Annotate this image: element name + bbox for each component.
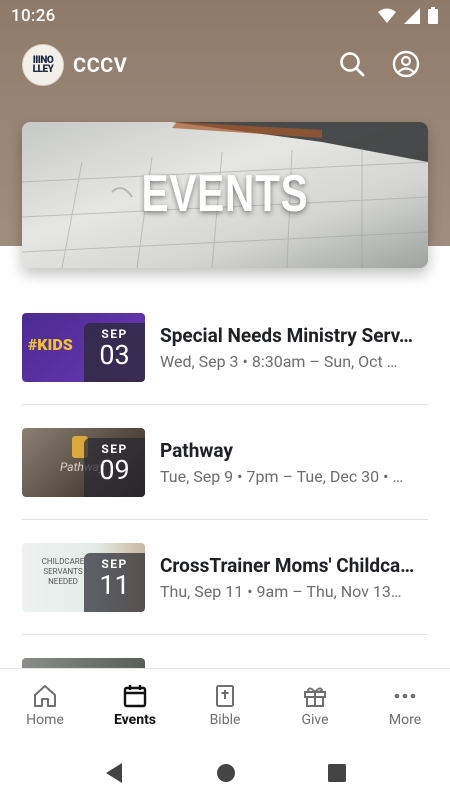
battery-icon [428,7,438,24]
nav-events-label: Events [113,712,157,728]
gift-icon [304,687,326,707]
nav-give[interactable]: Give [270,669,360,747]
nav-more-label: More [388,712,422,728]
logo-text: IIINO LLEY [32,55,54,75]
status-bar: 10:26 [0,0,450,32]
wifi-icon [378,8,396,23]
app-title: CCCV [73,53,128,77]
account-button[interactable] [392,50,420,78]
event-item[interactable]: Pathway SEP 09 Pathway Tue, Sep 9 • 7pm … [22,405,428,520]
thumb-text: #KIDS [28,335,73,354]
event-thumbnail: CHILDCARE SERVANTS NEEDED SEP 11 [22,543,145,612]
bible-icon [216,685,234,707]
account-icon [392,50,420,78]
calendar-icon [123,685,147,708]
event-title: Pathway [160,439,233,462]
event-item[interactable]: CHILDCARE SERVANTS NEEDED SEP 11 CrossTr… [22,520,428,635]
search-icon [340,52,365,77]
date-day: 11 [99,569,130,601]
status-icons [378,7,438,24]
date-day: 03 [99,339,130,371]
event-subtitle: Thu, Sep 11 • 9am – Thu, Nov 13… [160,582,402,601]
event-title: Special Needs Ministry Serv… [160,324,413,347]
event-item[interactable]: #KIDS SEP 03 Special Needs Ministry Serv… [22,290,428,405]
nav-home[interactable]: Home [0,669,90,747]
search-button[interactable] [338,50,366,78]
date-badge: SEP 09 [84,438,145,497]
nav-bible[interactable]: Bible [180,669,270,747]
system-navigation [0,746,450,800]
event-title: CrossTrainer Moms' Childca… [160,554,415,577]
status-time: 10:26 [11,6,56,26]
home-icon [34,685,56,707]
app-bar: IIINO LLEY CCCV [0,40,450,92]
date-day: 09 [99,454,130,486]
event-subtitle: Wed, Sep 3 • 8:30am – Sun, Oct … [160,352,398,371]
bottom-navigation: Home Events Bible Give More [0,668,450,747]
home-circle-icon[interactable] [216,763,236,783]
nav-bible-label: Bible [209,712,241,728]
nav-home-label: Home [26,712,64,728]
church-logo[interactable]: IIINO LLEY [22,44,64,86]
signal-icon [404,7,420,24]
more-icon [394,693,416,699]
event-thumbnail: Pathway SEP 09 [22,428,145,497]
recents-icon[interactable] [328,764,346,782]
nav-more[interactable]: More [360,669,450,747]
nav-give-label: Give [301,712,329,728]
event-subtitle: Tue, Sep 9 • 7pm – Tue, Dec 30 • … [160,467,404,486]
date-badge: SEP 11 [84,553,145,612]
events-banner: EVENTS [22,122,428,268]
back-icon[interactable] [104,762,124,784]
event-thumbnail: #KIDS SEP 03 [22,313,145,382]
nav-events[interactable]: Events [90,669,180,747]
date-badge: SEP 03 [84,323,145,382]
banner-title: EVENTS [141,165,309,223]
